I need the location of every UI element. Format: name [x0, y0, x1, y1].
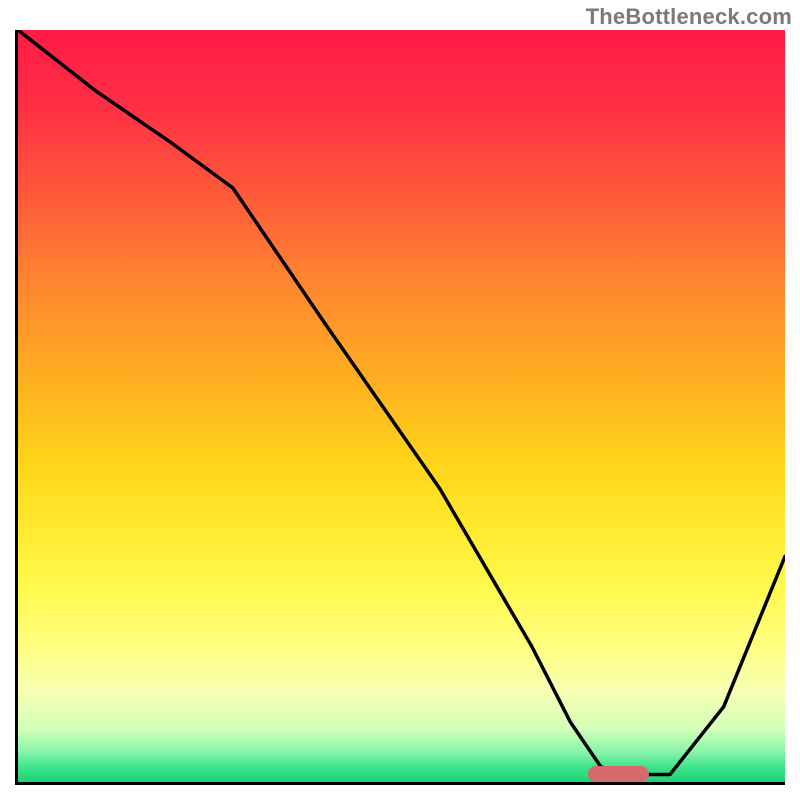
curve-path: [18, 30, 785, 775]
optimal-marker: [588, 766, 650, 782]
plot-area: [15, 30, 785, 785]
watermark-text: TheBottleneck.com: [586, 4, 792, 30]
bottleneck-curve: [18, 30, 785, 782]
chart-container: TheBottleneck.com: [0, 0, 800, 800]
